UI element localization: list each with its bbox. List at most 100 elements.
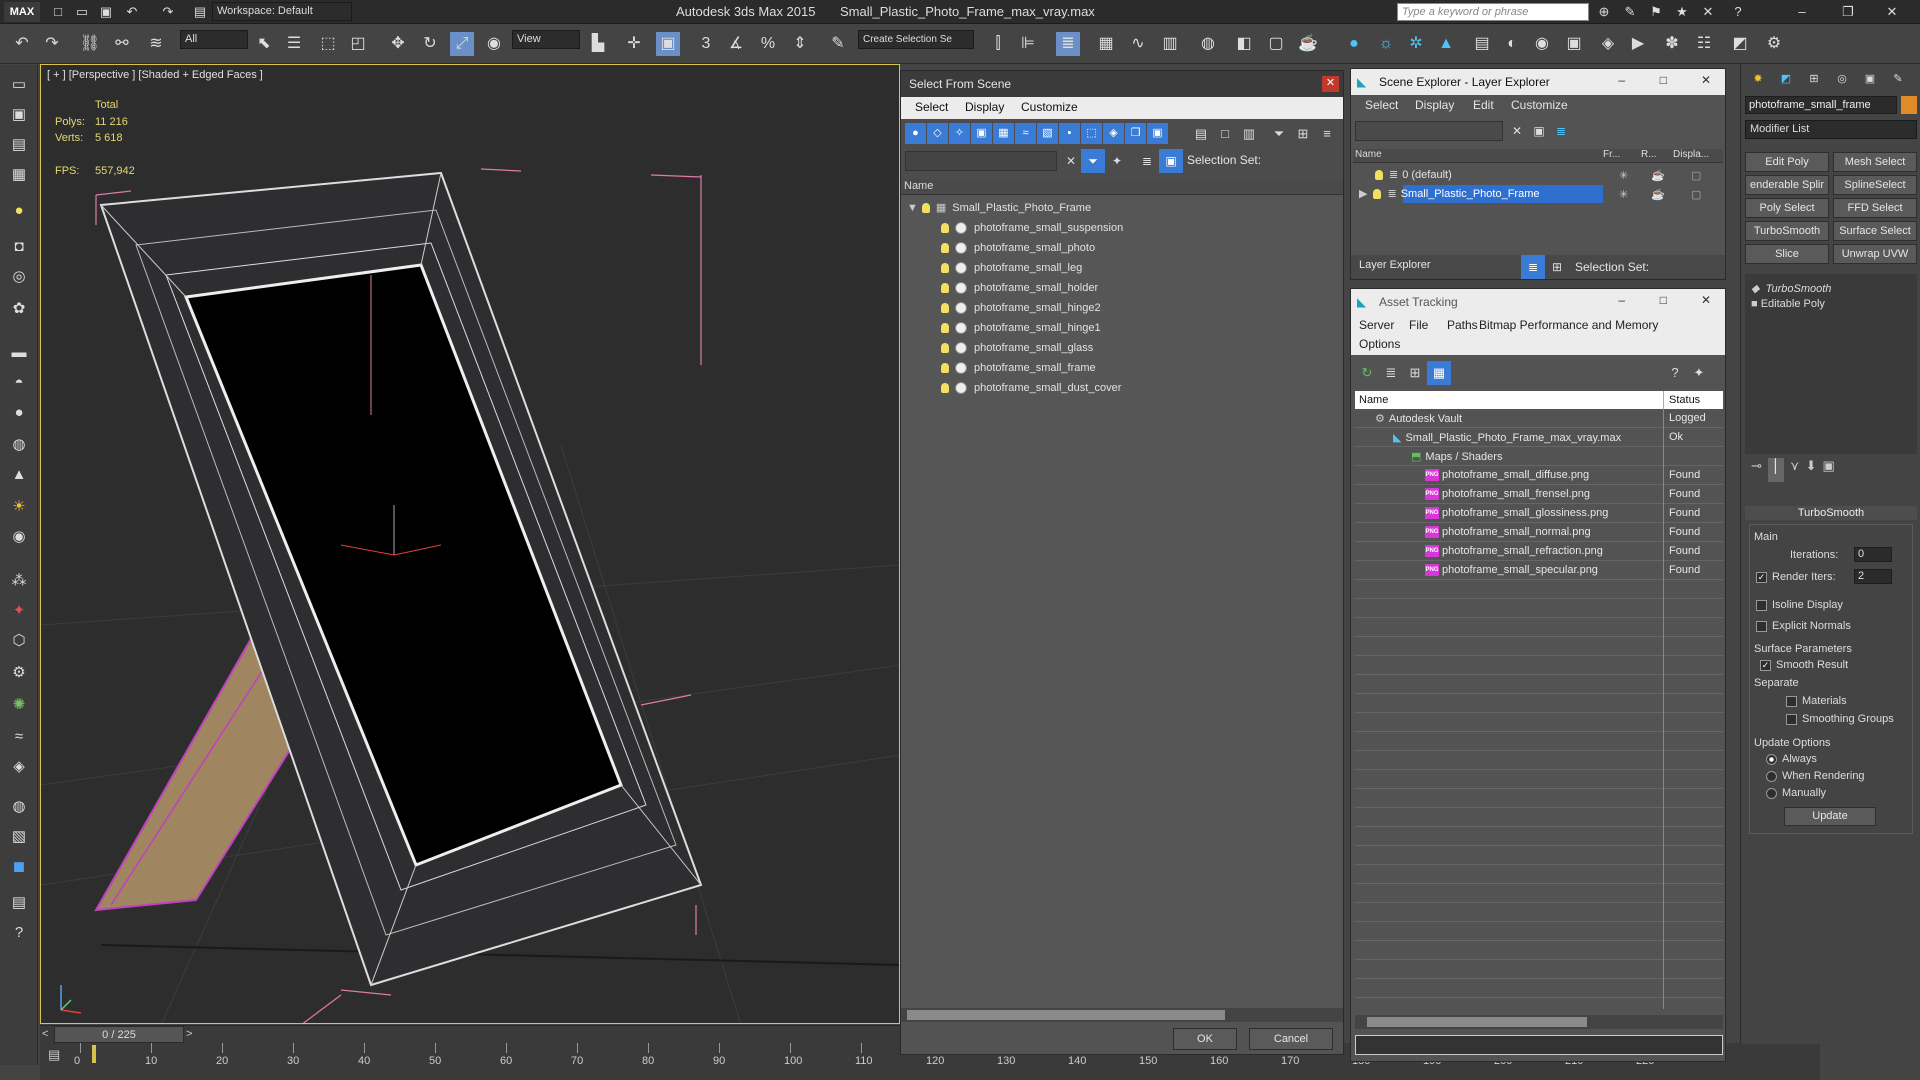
render-layer-icon[interactable]: ▧	[7, 825, 31, 849]
create-tab-icon[interactable]: ✸	[1745, 68, 1771, 90]
open-file-icon[interactable]: ▭	[70, 0, 94, 24]
dome-icon[interactable]: ◉	[7, 525, 31, 549]
utilities-tab-icon[interactable]: ✎	[1885, 68, 1911, 90]
hierarchy-display-icon[interactable]: ⊞	[1291, 122, 1315, 146]
unlink-icon[interactable]: ⚯	[110, 32, 134, 56]
render-icon[interactable]: ◼	[7, 855, 31, 879]
show-end-result-icon[interactable]: │	[1767, 458, 1785, 482]
asset-hscrollbar[interactable]	[1355, 1015, 1723, 1029]
asset-row[interactable]: PNG photoframe_small_diffuse.png Found	[1355, 466, 1723, 485]
radio-unselected[interactable]	[1766, 770, 1777, 782]
light-icon[interactable]: ●	[7, 199, 31, 223]
move-icon[interactable]: ✥	[386, 32, 410, 56]
render-iters-checkbox[interactable]: ✓ Render Iters:	[1756, 571, 1836, 583]
space-warp-icon[interactable]: ✿	[7, 297, 31, 321]
close-window-icon[interactable]: ✕	[1880, 0, 1904, 24]
hierarchy-icon[interactable]: ▤	[7, 133, 31, 157]
vray-sun-icon[interactable]: ☼	[1374, 32, 1398, 56]
link-icon[interactable]: ⛓	[78, 32, 102, 56]
hair-fur-icon[interactable]: ≈	[7, 725, 31, 749]
select-item-row[interactable]: photoframe_small_hinge2	[941, 298, 1101, 318]
materials-checkbox[interactable]: Materials	[1786, 695, 1847, 707]
filter-geometry-icon[interactable]: ●	[905, 123, 926, 144]
stack-item-turbosmooth[interactable]: ◆ TurboSmooth	[1751, 282, 1831, 295]
layer-explorer-icon[interactable]: ▦	[1094, 32, 1118, 56]
asset-row[interactable]: PNG photoframe_small_normal.png Found	[1355, 523, 1723, 542]
filter-bones-icon[interactable]: ⬚	[1081, 123, 1102, 144]
select-item-row[interactable]: photoframe_small_photo	[941, 238, 1095, 258]
hemisphere-icon[interactable]: ◓	[7, 371, 31, 395]
time-slider-next-icon[interactable]: >	[186, 1028, 192, 1040]
modifier-button[interactable]: enderable Splir	[1745, 175, 1829, 195]
viewport-label[interactable]: [ + ] [Perspective ] [Shaded + Edged Fac…	[47, 69, 263, 81]
smoothing-groups-checkbox[interactable]: Smoothing Groups	[1786, 713, 1894, 725]
settings-icon[interactable]: ✦	[1687, 361, 1711, 385]
redo-icon[interactable]: ↷	[40, 32, 64, 56]
scene-explorer-maximize-icon[interactable]: □	[1660, 73, 1667, 87]
sort-by-layer-icon[interactable]: ≣	[1521, 255, 1545, 279]
percent-snap-icon[interactable]: %	[756, 32, 780, 56]
checkbox-checked[interactable]: ✓	[1760, 659, 1771, 671]
modifier-button[interactable]: Slice	[1745, 244, 1829, 264]
select-dialog-hscrollbar[interactable]	[901, 1008, 1343, 1022]
filter-containers-icon[interactable]: ◈	[1103, 123, 1124, 144]
select-none-icon[interactable]: □	[1213, 122, 1237, 146]
render-iters-spinner[interactable]: 2	[1854, 569, 1892, 584]
se-add-to-layer-icon[interactable]: ≣	[1549, 119, 1573, 143]
se-clear-icon[interactable]: ✕	[1505, 119, 1529, 143]
modifier-button[interactable]: Poly Select	[1745, 198, 1829, 218]
se-layer-default-row[interactable]: ≣ 0 (default)	[1375, 165, 1452, 185]
cancel-button[interactable]: Cancel	[1249, 1028, 1333, 1050]
select-item-row[interactable]: photoframe_small_holder	[941, 278, 1098, 298]
stack-item-editable-poly[interactable]: ■ Editable Poly	[1751, 298, 1825, 310]
globe-icon[interactable]: ◍	[7, 795, 31, 819]
select-all-icon[interactable]: ▤	[1189, 122, 1213, 146]
vray-scene-icon[interactable]: ✽	[1660, 32, 1684, 56]
redo-icon[interactable]: ↷	[156, 0, 180, 24]
clear-find-icon[interactable]: ✕	[1059, 149, 1083, 173]
select-invert-icon[interactable]: ▥	[1237, 122, 1261, 146]
undo-icon[interactable]: ↶	[120, 0, 144, 24]
turbosmooth-rollout-header[interactable]: TurboSmooth	[1745, 506, 1917, 520]
mirror-icon[interactable]: ⫿	[986, 32, 1010, 56]
curve-editor-icon[interactable]: ∿	[1126, 32, 1150, 56]
se-menu-display[interactable]: Display	[1415, 95, 1454, 115]
options-icon[interactable]: ✦	[1105, 149, 1129, 173]
modifier-button[interactable]: FFD Select	[1833, 198, 1917, 218]
menu-display[interactable]: Display	[965, 97, 1004, 117]
save-file-icon[interactable]: ▣	[94, 0, 118, 24]
filter-hidden-icon[interactable]: ▣	[1147, 123, 1168, 144]
select-dialog-close-icon[interactable]: ✕	[1322, 76, 1339, 92]
object-color-swatch[interactable]	[1901, 96, 1917, 114]
select-dialog-column-header[interactable]: Name	[901, 179, 1343, 195]
dynamics-icon[interactable]: ✦	[7, 599, 31, 623]
se-menu-customize[interactable]: Customize	[1511, 95, 1568, 115]
hair-icon[interactable]: ✺	[7, 693, 31, 717]
smooth-result-checkbox[interactable]: ✓ Smooth Result	[1760, 659, 1848, 671]
se-expand-icon[interactable]: ▶	[1359, 188, 1367, 200]
pin-stack-icon[interactable]: ⊸	[1751, 458, 1762, 482]
se-column-header[interactable]: Name Fr... R... Displa...	[1353, 149, 1723, 163]
vray-lister-icon[interactable]: ☷	[1692, 32, 1716, 56]
isoline-display-checkbox[interactable]: Isoline Display	[1756, 599, 1843, 611]
bind-space-warp-icon[interactable]: ≋	[144, 32, 168, 56]
update-button[interactable]: Update	[1784, 807, 1876, 826]
at-menu-server[interactable]: Server	[1359, 315, 1394, 335]
asset-column-header[interactable]: Name Status	[1355, 391, 1723, 409]
cone-icon[interactable]: ▲	[7, 463, 31, 487]
filter-lights-icon[interactable]: ✧	[949, 123, 970, 144]
refresh-icon[interactable]: ↻	[1355, 361, 1379, 385]
named-selection-dropdown[interactable]: Create Selection Se	[858, 30, 974, 49]
at-menu-options[interactable]: Options	[1359, 334, 1400, 354]
sort-by-hierarchy-icon[interactable]: ⊞	[1545, 255, 1569, 279]
particles-icon[interactable]: ⁂	[7, 569, 31, 593]
align-icon[interactable]: ⊫	[1016, 32, 1040, 56]
asset-minimize-icon[interactable]: –	[1618, 293, 1625, 307]
motion-icon[interactable]: ▦	[7, 163, 31, 187]
vray-settings-icon[interactable]: ◩	[1728, 32, 1752, 56]
motion-tab-icon[interactable]: ◎	[1829, 68, 1855, 90]
sphere-icon[interactable]: ●	[7, 401, 31, 425]
list-view-icon[interactable]: ≣	[1379, 361, 1403, 385]
help-icon[interactable]: ?	[1726, 0, 1750, 24]
layer-explorer-dropdown[interactable]: Layer Explorer	[1355, 257, 1515, 276]
